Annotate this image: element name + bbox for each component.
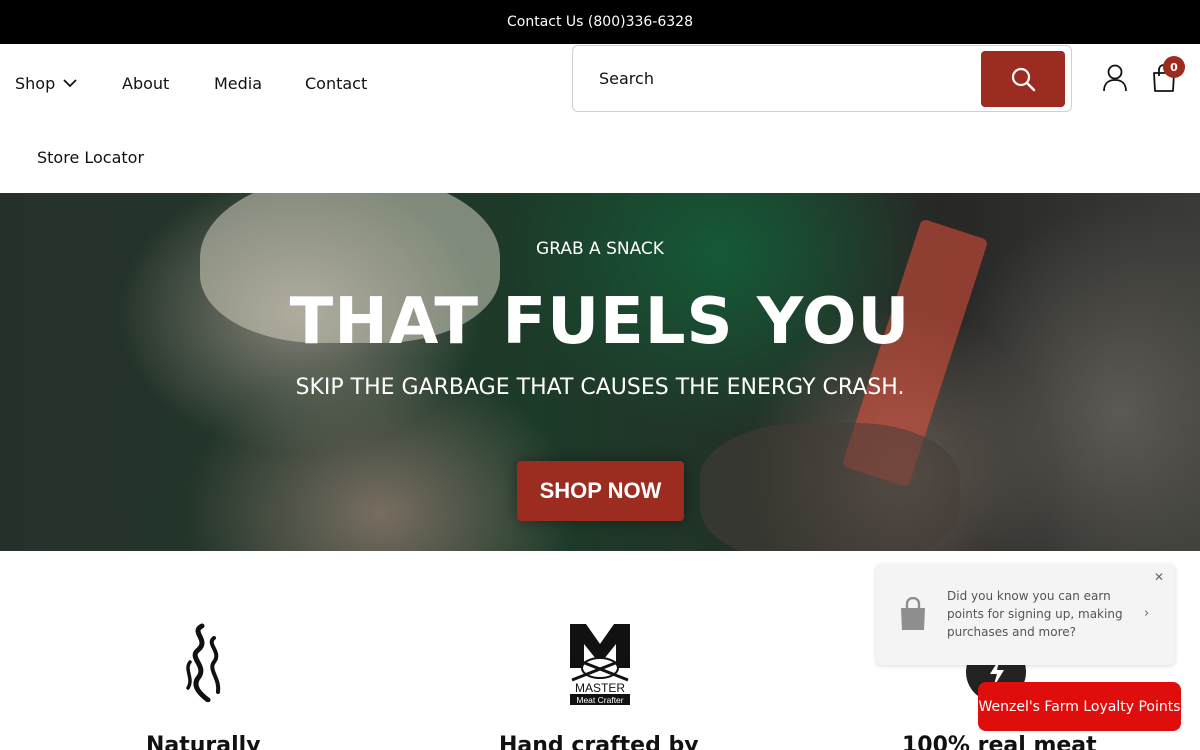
nav-item-label: Media: [214, 74, 263, 93]
chevron-right-icon[interactable]: ›: [1144, 606, 1149, 621]
hero-kicker: GRAB A SNACK: [536, 239, 664, 259]
search-input[interactable]: [599, 64, 969, 92]
nav-item-about[interactable]: About: [122, 74, 169, 93]
nav-item-label: Contact: [305, 74, 368, 93]
nav-item-contact[interactable]: Contact: [305, 74, 367, 93]
chevron-down-icon: [63, 79, 77, 88]
feature-title: 100% real meat: [902, 733, 1097, 750]
hero-subtitle: SKIP THE GARBAGE THAT CAUSES THE ENERGY …: [295, 375, 905, 400]
contact-phone-link[interactable]: Contact Us (800)336-6328: [507, 14, 693, 30]
shopping-bag-icon: [901, 597, 925, 630]
logo-text-meat-crafter: Meat Crafter: [576, 695, 623, 705]
hero-title: THAT FUELS YOU: [289, 285, 911, 359]
logo-text-master: MASTER: [575, 681, 625, 695]
account-icon[interactable]: [1102, 64, 1128, 92]
nav-item-shop[interactable]: Shop: [15, 74, 77, 93]
nav-item-label: About: [122, 74, 170, 93]
hero-background-shape: [700, 423, 960, 551]
search-button[interactable]: [981, 51, 1065, 107]
loyalty-popup[interactable]: Did you know you can earn points for sig…: [876, 564, 1175, 665]
hero-banner: GRAB A SNACK THAT FUELS YOU SKIP THE GAR…: [0, 193, 1200, 551]
cart-count-badge: 0: [1163, 56, 1185, 78]
nav-item-store-locator[interactable]: Store Locator: [37, 148, 144, 167]
feature-title: Naturally: [146, 733, 261, 750]
master-meat-crafter-logo: MASTER Meat Crafter: [570, 624, 630, 705]
nav-item-label: Store Locator: [37, 148, 145, 167]
loyalty-points-button[interactable]: Wenzel's Farm Loyalty Points: [978, 682, 1181, 731]
smoke-icon: [186, 623, 221, 702]
search-box: [572, 45, 1072, 112]
topbar: Contact Us (800)336-6328: [0, 0, 1200, 44]
shop-now-button[interactable]: SHOP NOW: [517, 461, 684, 521]
popup-message: Did you know you can earn points for sig…: [947, 589, 1123, 639]
close-icon[interactable]: ✕: [1154, 570, 1164, 584]
nav-item-label: Shop: [15, 74, 56, 93]
site-header: Shop About Media Contact Store Locator 0: [0, 44, 1200, 193]
search-icon: [1011, 67, 1036, 92]
nav-item-media[interactable]: Media: [214, 74, 262, 93]
feature-title: Hand crafted by: [499, 733, 699, 750]
